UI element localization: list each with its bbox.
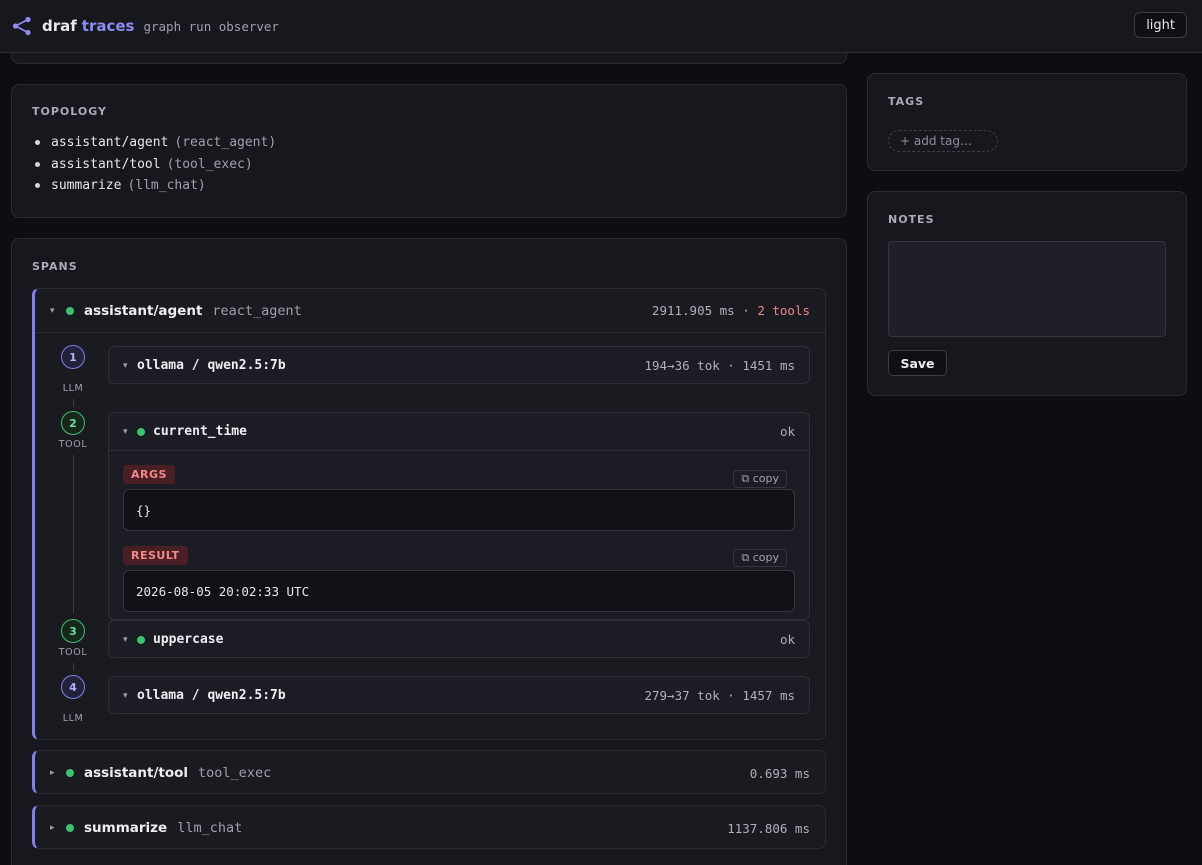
share-graph-icon xyxy=(12,16,32,36)
span-name: assistant/agent xyxy=(84,302,203,319)
step-llm-1: ▾ ollama / qwen2.5:7b 194→36 tok · 1451 … xyxy=(108,346,810,384)
step-details: ARGS ⧉ copy {} RESULT ⧉ copy 2026-08-05 … xyxy=(109,450,809,622)
step-tool-current-time: ▾ current_time ok ARGS ⧉ copy {} RESULT … xyxy=(108,412,810,620)
step-title: current_time xyxy=(153,424,247,439)
span-meta: 2911.905 ms · 2 tools xyxy=(651,303,810,318)
span-summarize[interactable]: ▸ summarize llm_chat 1137.806 ms xyxy=(32,805,826,849)
step-kind-label: LLM xyxy=(62,713,84,724)
tools-count-badge: 2 tools xyxy=(757,303,810,318)
step-header[interactable]: ▾ uppercase ok xyxy=(109,621,809,658)
step-meta: 279→37 tok · 1457 ms xyxy=(644,688,795,703)
step-tool-uppercase: ▾ uppercase ok xyxy=(108,620,810,658)
step-status: ok xyxy=(779,632,795,647)
step-llm-4: ▾ ollama / qwen2.5:7b 279→37 tok · 1457 … xyxy=(108,676,810,714)
timeline-connector xyxy=(73,663,74,671)
chevron-right-icon[interactable]: ▸ xyxy=(50,768,60,778)
result-label: RESULT xyxy=(123,546,188,565)
notes-card: NOTES Save xyxy=(867,191,1187,396)
step-header[interactable]: ▾ ollama / qwen2.5:7b 194→36 tok · 1451 … xyxy=(109,347,809,384)
span-type: react_agent xyxy=(212,302,302,319)
topology-card: TOPOLOGY assistant/agent (react_agent) a… xyxy=(11,84,847,218)
app-header: draf traces graph run observer light xyxy=(0,0,1202,53)
tags-card: TAGS + add tag… xyxy=(867,73,1187,171)
span-header[interactable]: ▸ assistant/tool tool_exec 0.693 ms xyxy=(35,751,825,795)
chevron-down-icon[interactable]: ▾ xyxy=(123,427,133,437)
step-meta: 194→36 tok · 1451 ms xyxy=(644,358,795,373)
spans-card: SPANS ▾ assistant/agent react_agent 2911… xyxy=(11,238,847,865)
args-value: {} xyxy=(123,489,795,531)
copy-args-button[interactable]: ⧉ copy xyxy=(733,470,787,488)
status-ok-dot xyxy=(137,427,145,436)
topology-title: TOPOLOGY xyxy=(32,105,107,118)
chevron-down-icon[interactable]: ▾ xyxy=(123,361,133,371)
step-status: ok xyxy=(779,424,795,439)
step-kind-label: TOOL xyxy=(58,647,88,658)
status-ok-dot xyxy=(137,635,145,644)
step-header[interactable]: ▾ ollama / qwen2.5:7b 279→37 tok · 1457 … xyxy=(109,677,809,714)
chevron-down-icon[interactable]: ▾ xyxy=(123,691,133,701)
span-duration: 0.693 ms xyxy=(749,765,810,781)
add-tag-input[interactable]: + add tag… xyxy=(888,130,998,152)
timeline-connector xyxy=(73,399,74,407)
notes-title: NOTES xyxy=(888,213,935,226)
notes-textarea[interactable] xyxy=(888,241,1166,337)
step-title: ollama / qwen2.5:7b xyxy=(137,358,286,373)
args-label: ARGS xyxy=(123,465,175,484)
spans-title: SPANS xyxy=(32,260,78,273)
topology-item: summarize (llm_chat) xyxy=(32,175,276,197)
span-assistant-tool[interactable]: ▸ assistant/tool tool_exec 0.693 ms xyxy=(32,750,826,794)
span-type: tool_exec xyxy=(198,765,272,781)
copy-result-button[interactable]: ⧉ copy xyxy=(733,549,787,567)
step-header[interactable]: ▾ current_time ok xyxy=(109,413,809,450)
chevron-down-icon[interactable]: ▾ xyxy=(123,635,133,645)
brand-name: draf xyxy=(42,17,77,35)
status-ok-dot xyxy=(66,769,74,777)
topology-list: assistant/agent (react_agent) assistant/… xyxy=(32,132,276,197)
span-type: llm_chat xyxy=(177,820,243,836)
step-number-badge: 1 xyxy=(61,345,85,369)
status-ok-dot xyxy=(66,306,74,315)
span-name: assistant/tool xyxy=(84,765,189,781)
step-kind-label: TOOL xyxy=(58,439,88,450)
result-value: 2026-08-05 20:02:33 UTC xyxy=(123,570,795,612)
timeline-connector xyxy=(73,455,74,613)
step-title: ollama / qwen2.5:7b xyxy=(137,688,286,703)
step-title: uppercase xyxy=(153,632,224,647)
step-number-badge: 2 xyxy=(61,411,85,435)
step-kind-label: LLM xyxy=(62,383,84,394)
tags-title: TAGS xyxy=(888,95,925,108)
step-number-badge: 4 xyxy=(61,675,85,699)
topology-item: assistant/agent (react_agent) xyxy=(32,132,276,154)
theme-toggle-button[interactable]: light xyxy=(1134,12,1187,38)
brand-product: traces xyxy=(81,17,135,35)
save-notes-button[interactable]: Save xyxy=(888,350,947,376)
span-name: summarize xyxy=(84,820,168,836)
span-header[interactable]: ▾ assistant/agent react_agent 2911.905 m… xyxy=(35,289,825,333)
topology-item: assistant/tool (tool_exec) xyxy=(32,154,276,176)
step-number-badge: 3 xyxy=(61,619,85,643)
status-ok-dot xyxy=(66,824,74,832)
chevron-right-icon[interactable]: ▸ xyxy=(50,823,60,833)
span-duration: 1137.806 ms xyxy=(727,820,810,836)
chevron-down-icon[interactable]: ▾ xyxy=(50,306,60,316)
span-header[interactable]: ▸ summarize llm_chat 1137.806 ms xyxy=(35,806,825,850)
brand-subtitle: graph run observer xyxy=(143,18,279,34)
